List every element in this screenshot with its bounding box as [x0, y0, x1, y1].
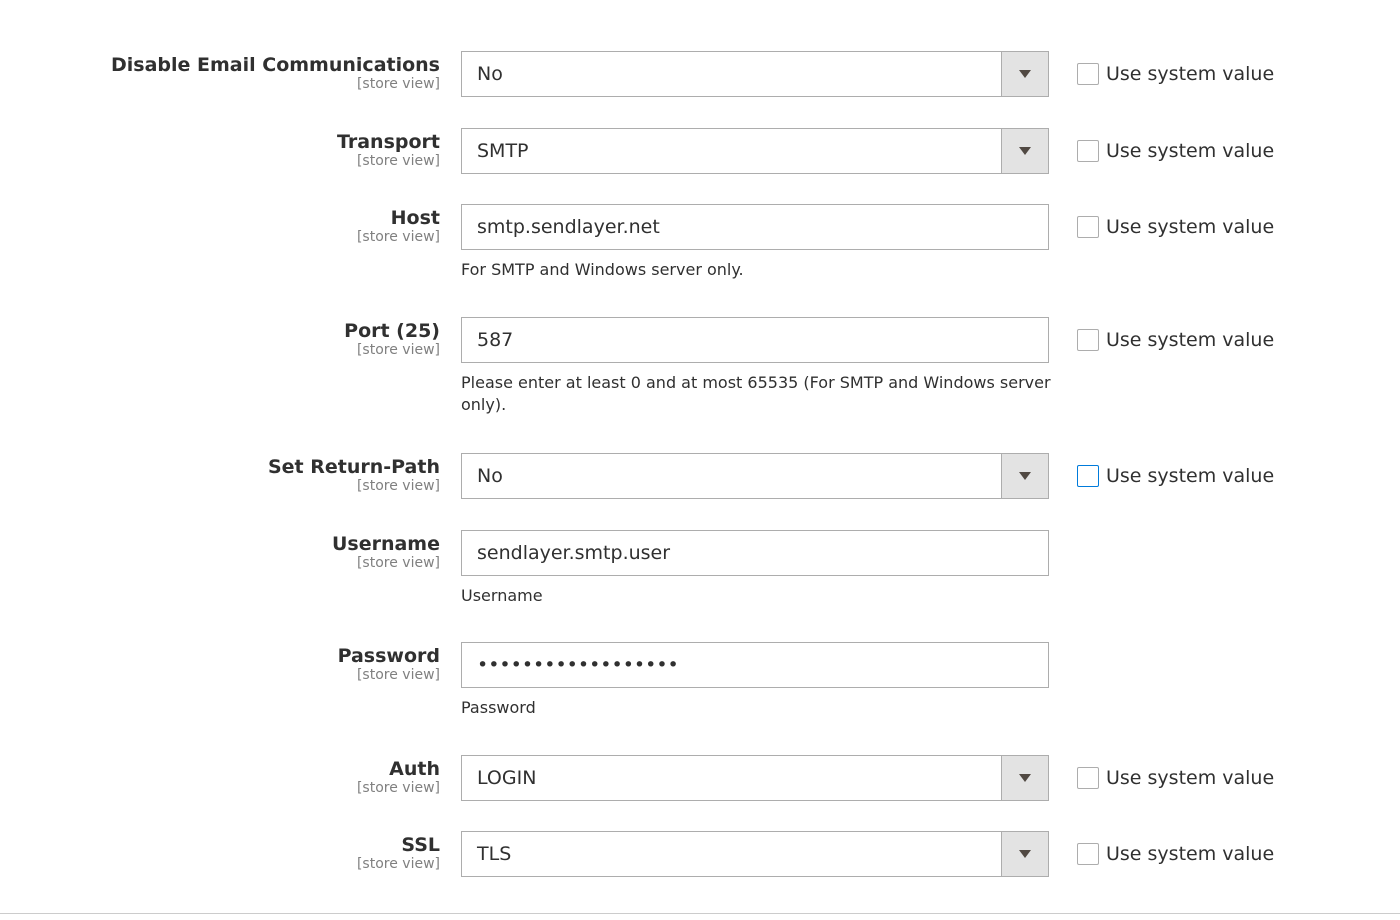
use-system-value-label: Use system value [1106, 63, 1275, 85]
select-value: No [477, 465, 503, 487]
field-label-block: Port (25) [store view] [344, 320, 440, 359]
email-settings-form: Disable Email Communications [store view… [0, 0, 1400, 920]
field-scope: [store view] [356, 856, 440, 872]
username-input[interactable]: sendlayer.smtp.user [461, 530, 1049, 576]
chevron-down-icon [1019, 472, 1031, 480]
field-scope: [store view] [356, 153, 440, 169]
select-arrow-button[interactable] [1001, 454, 1048, 498]
use-system-value-checkbox[interactable] [1077, 63, 1099, 85]
field-note: Please enter at least 0 and at most 6553… [461, 373, 1051, 414]
select-arrow-button[interactable] [1001, 832, 1048, 876]
select-value: No [477, 63, 503, 85]
field-note: For SMTP and Windows server only. [461, 260, 744, 279]
field-label-block: Password [store view] [338, 645, 440, 684]
field-label: Auth [389, 758, 440, 780]
use-system-value-port[interactable]: Use system value [1077, 328, 1274, 352]
use-system-value-ssl[interactable]: Use system value [1077, 842, 1274, 866]
use-system-value-label: Use system value [1106, 465, 1275, 487]
field-note: Password [461, 698, 536, 717]
use-system-value-auth[interactable]: Use system value [1077, 766, 1274, 790]
field-scope: [store view] [356, 780, 440, 796]
field-label-block: SSL [store view] [357, 834, 440, 873]
field-label-block: Username [store view] [332, 533, 440, 572]
disable-email-select[interactable]: No [461, 51, 1049, 97]
select-value: SMTP [477, 140, 529, 162]
field-scope: [store view] [356, 342, 440, 358]
use-system-value-label: Use system value [1106, 329, 1275, 351]
field-label: Port (25) [344, 320, 440, 342]
field-scope: [store view] [356, 555, 440, 571]
field-label-block: Disable Email Communications [store view… [111, 54, 440, 93]
select-value: LOGIN [477, 767, 537, 789]
field-label-block: Host [store view] [357, 207, 440, 246]
chevron-down-icon [1019, 70, 1031, 78]
field-scope: [store view] [356, 478, 440, 494]
field-scope: [store view] [356, 667, 440, 683]
use-system-value-label: Use system value [1106, 767, 1275, 789]
use-system-value-checkbox[interactable] [1077, 843, 1099, 865]
transport-select[interactable]: SMTP [461, 128, 1049, 174]
select-arrow-button[interactable] [1001, 756, 1048, 800]
use-system-value-checkbox[interactable] [1077, 767, 1099, 789]
chevron-down-icon [1019, 850, 1031, 858]
use-system-value-label: Use system value [1106, 140, 1275, 162]
use-system-value-checkbox[interactable] [1077, 140, 1099, 162]
input-value: sendlayer.smtp.user [477, 542, 671, 564]
use-system-value-label: Use system value [1106, 843, 1275, 865]
use-system-value-checkbox[interactable] [1077, 329, 1099, 351]
port-input[interactable]: 587 [461, 317, 1049, 363]
use-system-value-return-path[interactable]: Use system value [1077, 464, 1274, 488]
field-label: Host [390, 207, 440, 229]
select-arrow-button[interactable] [1001, 129, 1048, 173]
use-system-value-checkbox[interactable] [1077, 465, 1099, 487]
field-scope: [store view] [356, 76, 440, 92]
field-label: Transport [336, 131, 440, 153]
use-system-value-checkbox[interactable] [1077, 216, 1099, 238]
field-scope: [store view] [356, 229, 440, 245]
use-system-value-disable-email[interactable]: Use system value [1077, 62, 1274, 86]
select-value: TLS [477, 843, 512, 865]
ssl-select[interactable]: TLS [461, 831, 1049, 877]
use-system-value-transport[interactable]: Use system value [1077, 139, 1274, 163]
input-value: •••••••••••••••••• [477, 654, 679, 676]
select-arrow-button[interactable] [1001, 52, 1048, 96]
return-path-select[interactable]: No [461, 453, 1049, 499]
section-divider [0, 913, 1400, 914]
field-label-block: Transport [store view] [337, 131, 440, 170]
input-value: 587 [477, 329, 514, 351]
field-label-block: Set Return-Path [store view] [268, 456, 440, 495]
field-label: Password [337, 645, 440, 667]
host-input[interactable]: smtp.sendlayer.net [461, 204, 1049, 250]
field-note: Username [461, 586, 543, 605]
field-label-block: Auth [store view] [357, 758, 440, 797]
chevron-down-icon [1019, 774, 1031, 782]
chevron-down-icon [1019, 147, 1031, 155]
use-system-value-host[interactable]: Use system value [1077, 215, 1274, 239]
auth-select[interactable]: LOGIN [461, 755, 1049, 801]
field-label: Set Return-Path [267, 456, 440, 478]
field-label: Username [331, 533, 440, 555]
input-value: smtp.sendlayer.net [477, 216, 660, 238]
password-input[interactable]: •••••••••••••••••• [461, 642, 1049, 688]
use-system-value-label: Use system value [1106, 216, 1275, 238]
field-label: SSL [401, 834, 440, 856]
field-label: Disable Email Communications [111, 54, 440, 76]
